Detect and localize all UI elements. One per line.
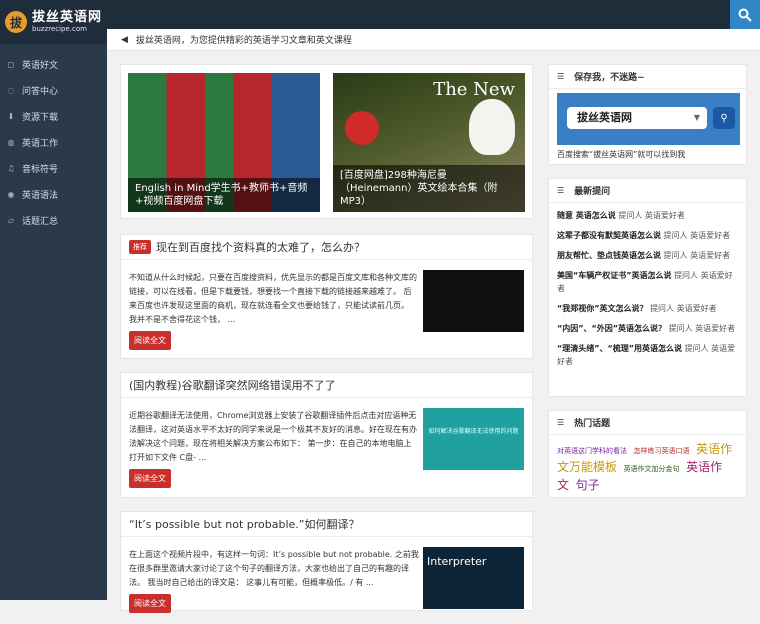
- logo-title: 拔丝英语网: [32, 10, 103, 25]
- github-icon: ◍: [7, 137, 15, 147]
- post-title-text[interactable]: 现在到百度找个资料真的太难了，怎么办？: [156, 239, 365, 255]
- comments-icon: ▱: [7, 215, 15, 225]
- site-notice: ◀ 拔丝英语网，为您提供精彩的英语学习文章和英文课程: [107, 29, 760, 51]
- list-icon: ☰: [557, 72, 565, 81]
- chevron-down-icon: ▼: [693, 113, 700, 122]
- topic-tag[interactable]: 对英语这门学科的看法: [557, 447, 627, 455]
- post-card: (国内教程)谷歌翻译突然网络错误用不了了 近期谷歌翻译无法使用，Chrome浏览…: [120, 372, 533, 498]
- post-card: 推荐 现在到百度找个资料真的太难了，怎么办？ 不知道从什么时候起，只要在百度搜资…: [120, 234, 533, 359]
- slide-heinemann[interactable]: The New [百度网盘]298种海尼曼（Heinemann）英文绘本合集（附…: [333, 73, 525, 212]
- post-excerpt: 在上面这个视频片段中，有这样一句词：It’s possible but not …: [129, 550, 419, 587]
- post-title[interactable]: 推荐 现在到百度找个资料真的太难了，怎么办？: [121, 235, 532, 260]
- sidebar-item-english-articles[interactable]: ◻ 英语好文: [0, 51, 107, 77]
- top-bar: [0, 0, 760, 29]
- question-item[interactable]: “理清头绪”、“梳理”用英语怎么说 提问人 英语爱好者: [557, 342, 738, 368]
- notice-text: 拔丝英语网，为您提供精彩的英语学习文章和英文课程: [135, 36, 352, 46]
- question-item[interactable]: “内因”、“外因”英语怎么说？ 提问人 英语爱好者: [557, 322, 738, 335]
- baidu-search-image: 拔丝英语网 ▼ ⚲: [557, 93, 740, 145]
- sidebar-item-grammar[interactable]: ◉ 英语语法: [0, 181, 107, 207]
- question-item[interactable]: 美国“车辆产权证书”英语怎么说 提问人 英语爱好者: [557, 269, 738, 295]
- sidebar-item-topics[interactable]: ▱ 话题汇总: [0, 207, 107, 233]
- sidebar-item-label: 话题汇总: [22, 216, 59, 227]
- widget-title: 最新提问: [574, 187, 611, 197]
- question-item[interactable]: 这辈子都没有默契英语怎么说 提问人 英语爱好者: [557, 229, 738, 242]
- slide-english-in-mind[interactable]: English in Mind学生书+教师书+音频+视频百度网盘下载: [128, 73, 320, 212]
- sidebar: ◻ 英语好文 ◌ 问答中心 ⬇ 资源下载 ◍ 英语工作 ♫ 音标符号 ◉ 英语语法 ▱ 话题汇…: [0, 29, 107, 600]
- bookmark-icon: ◻: [7, 59, 15, 69]
- hot-topics-widget: ☰ 热门话题 对英语这门学科的看法 怎样练习英语口语 英语作文万能模板 英语作文加…: [548, 410, 747, 498]
- read-more-button[interactable]: 阅读全文: [129, 469, 171, 488]
- search-icon: [738, 8, 752, 22]
- post-title-text[interactable]: “It’s possible but not probable.”如何翻译？: [129, 516, 360, 532]
- post-title-text[interactable]: (国内教程)谷歌翻译突然网络错误用不了了: [129, 377, 336, 393]
- sidebar-item-qa-center[interactable]: ◌ 问答中心: [0, 77, 107, 103]
- read-more-button[interactable]: 阅读全文: [129, 331, 171, 350]
- logo-domain: buzzrecipe.com: [32, 25, 87, 33]
- read-more-button[interactable]: 阅读全文: [129, 594, 171, 613]
- dashboard-icon: ◉: [7, 189, 15, 199]
- save-widget: ☰ 保存我，不迷路~ 拔丝英语网 ▼ ⚲ 百度搜索“拔丝英语网”就可以找到我: [548, 64, 747, 165]
- sidebar-item-label: 英语语法: [22, 190, 59, 201]
- question-item[interactable]: “我郑视你”英文怎么说？ 提问人 英语爱好者: [557, 302, 738, 315]
- widget-title: 保存我，不迷路~: [574, 73, 645, 83]
- question-item[interactable]: 朋友帮忙、垫点钱英语怎么说 提问人 英语爱好者: [557, 249, 738, 262]
- slide-caption: English in Mind学生书+教师书+音频+视频百度网盘下载: [128, 178, 320, 212]
- save-tip: 百度搜索“拔丝英语网”就可以找到我: [557, 150, 686, 159]
- site-logo[interactable]: 拔 拔丝英语网 buzzrecipe.com: [0, 0, 107, 44]
- post-excerpt: 不知道从什么时候起，只要在百度搜资料，优先显示的都是百度文库和各种文库的链接，可…: [129, 273, 417, 324]
- slide-overlay-text: The New: [433, 79, 515, 100]
- topic-tag[interactable]: 句子: [576, 478, 600, 492]
- latest-questions-widget: ☰ 最新提问 随意 英语怎么说 提问人 英语爱好者 这辈子都没有默契英语怎么说 提…: [548, 178, 747, 397]
- sidebar-item-label: 问答中心: [22, 86, 59, 97]
- red-ball-image: [345, 111, 379, 145]
- post-thumbnail[interactable]: 如何解决谷歌翻译无法使用的问题: [423, 408, 524, 470]
- dog-image: [469, 99, 515, 155]
- sidebar-item-jobs[interactable]: ◍ 英语工作: [0, 129, 107, 155]
- post-card: “It’s possible but not probable.”如何翻译？ 在…: [120, 511, 533, 613]
- recommended-badge: 推荐: [129, 240, 151, 254]
- topic-tag[interactable]: 怎样练习英语口语: [634, 447, 690, 455]
- sidebar-item-downloads[interactable]: ⬇ 资源下载: [0, 103, 107, 129]
- sidebar-item-phonetics[interactable]: ♫ 音标符号: [0, 155, 107, 181]
- logo-mascot-icon: 拔: [5, 11, 27, 33]
- post-title[interactable]: (国内教程)谷歌翻译突然网络错误用不了了: [121, 373, 532, 398]
- post-title[interactable]: “It’s possible but not probable.”如何翻译？: [121, 512, 532, 537]
- slide-caption: [百度网盘]298种海尼曼（Heinemann）英文绘本合集（附MP3）: [333, 165, 525, 212]
- sidebar-item-label: 音标符号: [22, 164, 59, 175]
- question-icon: ◌: [7, 85, 15, 95]
- list-icon: ☰: [557, 186, 565, 195]
- download-icon: ⬇: [7, 111, 15, 121]
- post-excerpt: 近期谷歌翻译无法使用，Chrome浏览器上安装了谷歌翻译插件后点击对应语种无法翻…: [129, 411, 417, 462]
- sidebar-item-label: 资源下载: [22, 112, 59, 123]
- search-icon: ⚲: [713, 107, 735, 129]
- baidu-search-field: 拔丝英语网 ▼: [567, 107, 707, 129]
- sidebar-item-label: 英语工作: [22, 138, 59, 149]
- question-item[interactable]: 随意 英语怎么说 提问人 英语爱好者: [557, 209, 738, 222]
- sidebar-item-label: 英语好文: [22, 60, 59, 71]
- list-icon: ☰: [557, 418, 565, 427]
- header-search-button[interactable]: [730, 0, 760, 29]
- topic-tag[interactable]: 英语作文加分金句: [624, 465, 680, 473]
- megaphone-icon: ◀: [121, 34, 128, 45]
- baidu-search-value: 拔丝英语网: [577, 111, 632, 124]
- featured-slider: English in Mind学生书+教师书+音频+视频百度网盘下载 The N…: [120, 64, 533, 219]
- post-thumbnail[interactable]: [423, 270, 524, 332]
- music-icon: ♫: [7, 163, 15, 173]
- widget-title: 热门话题: [574, 419, 611, 429]
